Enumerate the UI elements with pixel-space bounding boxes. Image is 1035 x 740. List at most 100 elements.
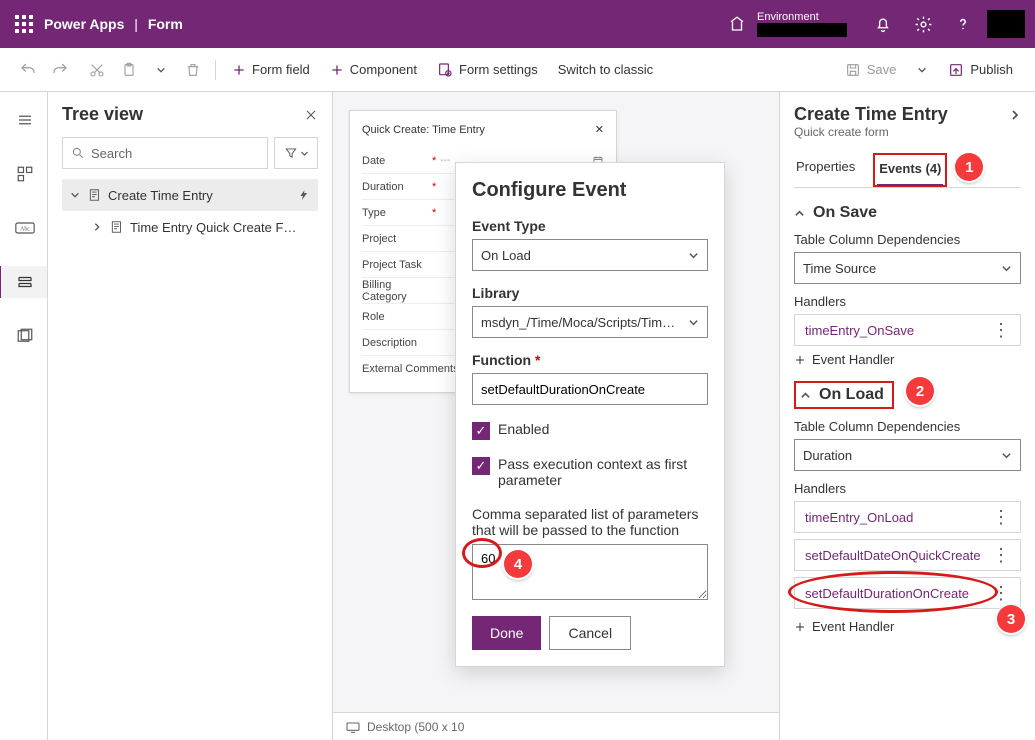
field-type-label: Type	[362, 207, 432, 219]
annotation-badge-4: 4	[504, 550, 532, 578]
tab-events[interactable]: Events (4)	[877, 155, 943, 186]
environment-value-redacted	[757, 23, 847, 37]
add-handler-onload[interactable]: Event Handler	[794, 619, 1021, 634]
command-bar: Form field Component Form settings Switc…	[0, 48, 1035, 92]
onsave-dep-value: Time Source	[803, 261, 876, 276]
form-icon	[88, 188, 102, 202]
modal-title: Configure Event	[472, 179, 708, 202]
delete-button[interactable]	[179, 56, 207, 84]
rail-abc-icon[interactable]: Abc	[8, 212, 40, 244]
publish-button[interactable]: Publish	[940, 58, 1021, 82]
switch-to-classic-button[interactable]: Switch to classic	[550, 58, 661, 81]
enabled-checkbox-row[interactable]: ✓ Enabled	[472, 421, 708, 440]
tree-item-child[interactable]: Time Entry Quick Create F…	[62, 211, 318, 243]
onload-dep-value: Duration	[803, 448, 852, 463]
help-icon[interactable]	[943, 0, 983, 48]
handler-onload-0[interactable]: timeEntry_OnLoad ⋮	[794, 501, 1021, 533]
tree-title-text: Tree view	[62, 104, 143, 125]
event-type-value: On Load	[481, 248, 531, 263]
field-duration-label: Duration	[362, 181, 432, 193]
annotation-badge-3: 3	[997, 605, 1025, 633]
form-icon	[110, 220, 124, 234]
avatar[interactable]	[987, 10, 1025, 38]
handler-onsave-0[interactable]: timeEntry_OnSave ⋮	[794, 314, 1021, 346]
chevron-right-icon[interactable]	[1009, 109, 1021, 121]
checkbox-checked-icon: ✓	[472, 457, 490, 475]
form-settings-button[interactable]: Form settings	[429, 58, 546, 82]
cut-button[interactable]	[83, 56, 111, 84]
rail-components-icon[interactable]	[8, 158, 40, 190]
tree-item-form-root[interactable]: Create Time Entry	[62, 179, 318, 211]
environment-picker-icon[interactable]	[717, 0, 757, 48]
tab-properties[interactable]: Properties	[794, 153, 857, 187]
paste-button[interactable]	[115, 56, 143, 84]
search-input[interactable]: Search	[62, 137, 268, 169]
handler-onload-1-label: setDefaultDateOnQuickCreate	[805, 548, 981, 563]
event-type-label: Event Type	[472, 218, 708, 234]
annotation-badge-2: 2	[906, 377, 934, 405]
onsave-title: On Save	[813, 204, 877, 222]
app-area: Form	[148, 16, 183, 32]
pass-context-checkbox-row[interactable]: ✓ Pass execution context as first parame…	[472, 456, 708, 488]
annotation-badge-1: 1	[955, 153, 983, 181]
handler-onsave-0-label: timeEntry_OnSave	[805, 323, 914, 338]
save-dropdown-icon[interactable]	[908, 56, 936, 84]
notifications-icon[interactable]	[863, 0, 903, 48]
onload-dep-label: Table Column Dependencies	[794, 419, 1021, 434]
save-button[interactable]: Save	[837, 58, 905, 82]
handler-onload-2-label: setDefaultDurationOnCreate	[805, 586, 969, 601]
app-title: Power Apps | Form	[44, 16, 183, 32]
paste-dropdown-icon[interactable]	[147, 56, 175, 84]
add-handler-onsave[interactable]: Event Handler	[794, 352, 1021, 367]
library-select[interactable]: msdyn_/Time/Moca/Scripts/Tim…	[472, 306, 708, 338]
handler-onload-1[interactable]: setDefaultDateOnQuickCreate ⋮	[794, 539, 1021, 571]
save-label: Save	[867, 62, 897, 77]
handler-onload-2[interactable]: setDefaultDurationOnCreate ⋮	[794, 577, 1021, 609]
app-launcher-icon[interactable]	[4, 15, 44, 33]
onsave-dep-select[interactable]: Time Source	[794, 252, 1021, 284]
search-icon	[71, 146, 85, 160]
rail-tree-icon[interactable]	[0, 266, 47, 298]
rpanel-subtitle: Quick create form	[794, 125, 1021, 139]
function-input[interactable]	[472, 373, 708, 405]
form-field-label: Form field	[252, 62, 310, 77]
library-value: msdyn_/Time/Moca/Scripts/Tim…	[481, 315, 675, 330]
close-icon[interactable]	[304, 108, 318, 122]
svg-text:Abc: Abc	[20, 227, 30, 233]
section-onload-header[interactable]: On Load	[800, 386, 884, 404]
rail-library-icon[interactable]	[8, 320, 40, 352]
settings-gear-icon[interactable]	[903, 0, 943, 48]
tree-view-panel: Tree view Search Create Time Entry Time …	[48, 92, 333, 740]
tree-view-title: Tree view	[62, 104, 318, 125]
form-settings-label: Form settings	[459, 62, 538, 77]
environment-label[interactable]: Environment	[757, 12, 863, 37]
field-external-comments-label: External Comments	[362, 363, 462, 375]
library-label: Library	[472, 285, 708, 301]
main-area: Abc Tree view Search Create Time Entry	[0, 92, 1035, 740]
rail-hamburger-icon[interactable]	[8, 104, 40, 136]
chevron-right-icon	[90, 222, 104, 232]
form-canvas: Quick Create: Time Entry ✕ Date*--- Dura…	[333, 92, 779, 740]
section-onsave-header[interactable]: On Save	[794, 204, 1021, 222]
handler-onload-0-label: timeEntry_OnLoad	[805, 510, 913, 525]
status-bar: Desktop (500 x 10	[333, 712, 779, 740]
field-role-label: Role	[362, 311, 432, 323]
switch-to-classic-label: Switch to classic	[558, 62, 653, 77]
close-icon[interactable]: ✕	[595, 123, 604, 136]
onload-dep-select[interactable]: Duration	[794, 439, 1021, 471]
done-button[interactable]: Done	[472, 616, 541, 650]
filter-button[interactable]	[274, 137, 318, 169]
undo-button[interactable]	[14, 56, 42, 84]
function-label: Function *	[472, 352, 708, 368]
onsave-handlers-label: Handlers	[794, 294, 1021, 309]
cancel-button[interactable]: Cancel	[549, 616, 631, 650]
app-name: Power Apps	[44, 16, 124, 32]
app-header: Power Apps | Form Environment	[0, 0, 1035, 48]
chevron-up-icon	[800, 390, 811, 401]
form-field-button[interactable]: Form field	[224, 58, 318, 81]
redo-button[interactable]	[46, 56, 74, 84]
component-label: Component	[350, 62, 417, 77]
annotation-onload-highlight: On Load	[794, 381, 894, 409]
component-button[interactable]: Component	[322, 58, 425, 81]
event-type-select[interactable]: On Load	[472, 239, 708, 271]
